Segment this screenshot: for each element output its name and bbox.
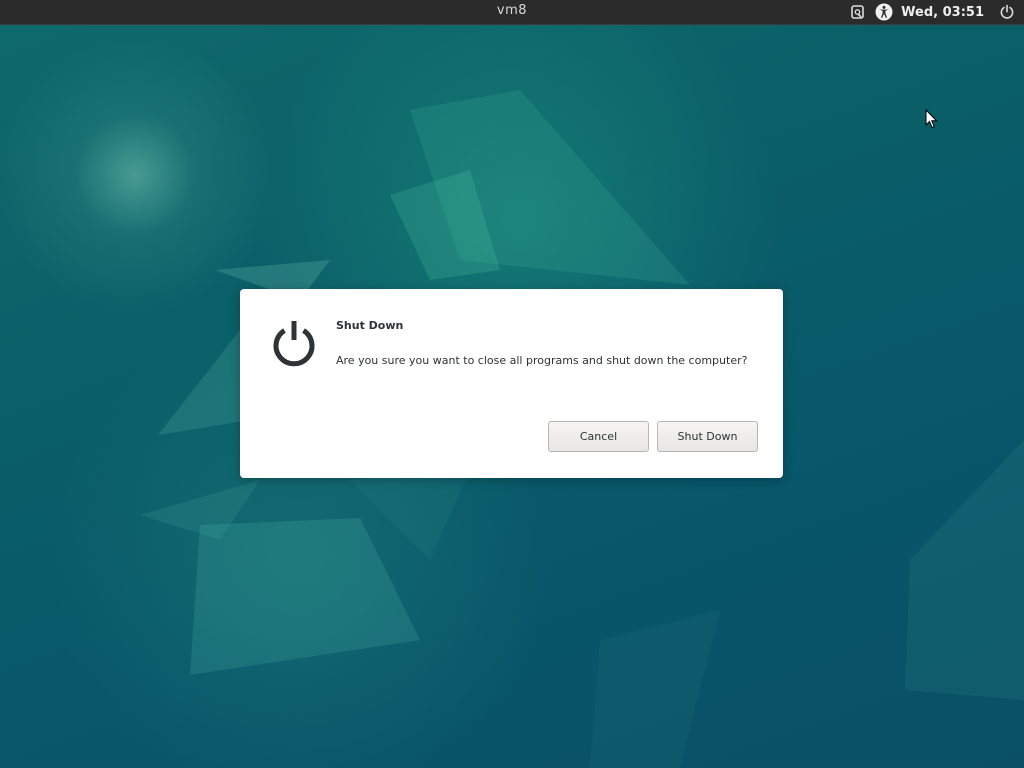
shut-down-button[interactable]: Shut Down — [657, 421, 758, 452]
system-tray: Wed, 03:51 — [849, 2, 1016, 22]
power-icon[interactable] — [998, 3, 1016, 21]
accessibility-icon[interactable] — [875, 3, 893, 21]
shutdown-dialog: Shut Down Are you sure you want to close… — [240, 289, 783, 478]
mouse-cursor-icon — [925, 109, 938, 129]
dialog-message: Are you sure you want to close all progr… — [336, 354, 748, 367]
power-icon — [273, 321, 315, 367]
top-bar: vm8 Wed, 03:51 — [0, 0, 1024, 25]
clock[interactable]: Wed, 03:51 — [901, 5, 984, 20]
dialog-title: Shut Down — [336, 319, 404, 332]
sync-icon[interactable] — [849, 3, 867, 21]
cancel-button[interactable]: Cancel — [548, 421, 649, 452]
